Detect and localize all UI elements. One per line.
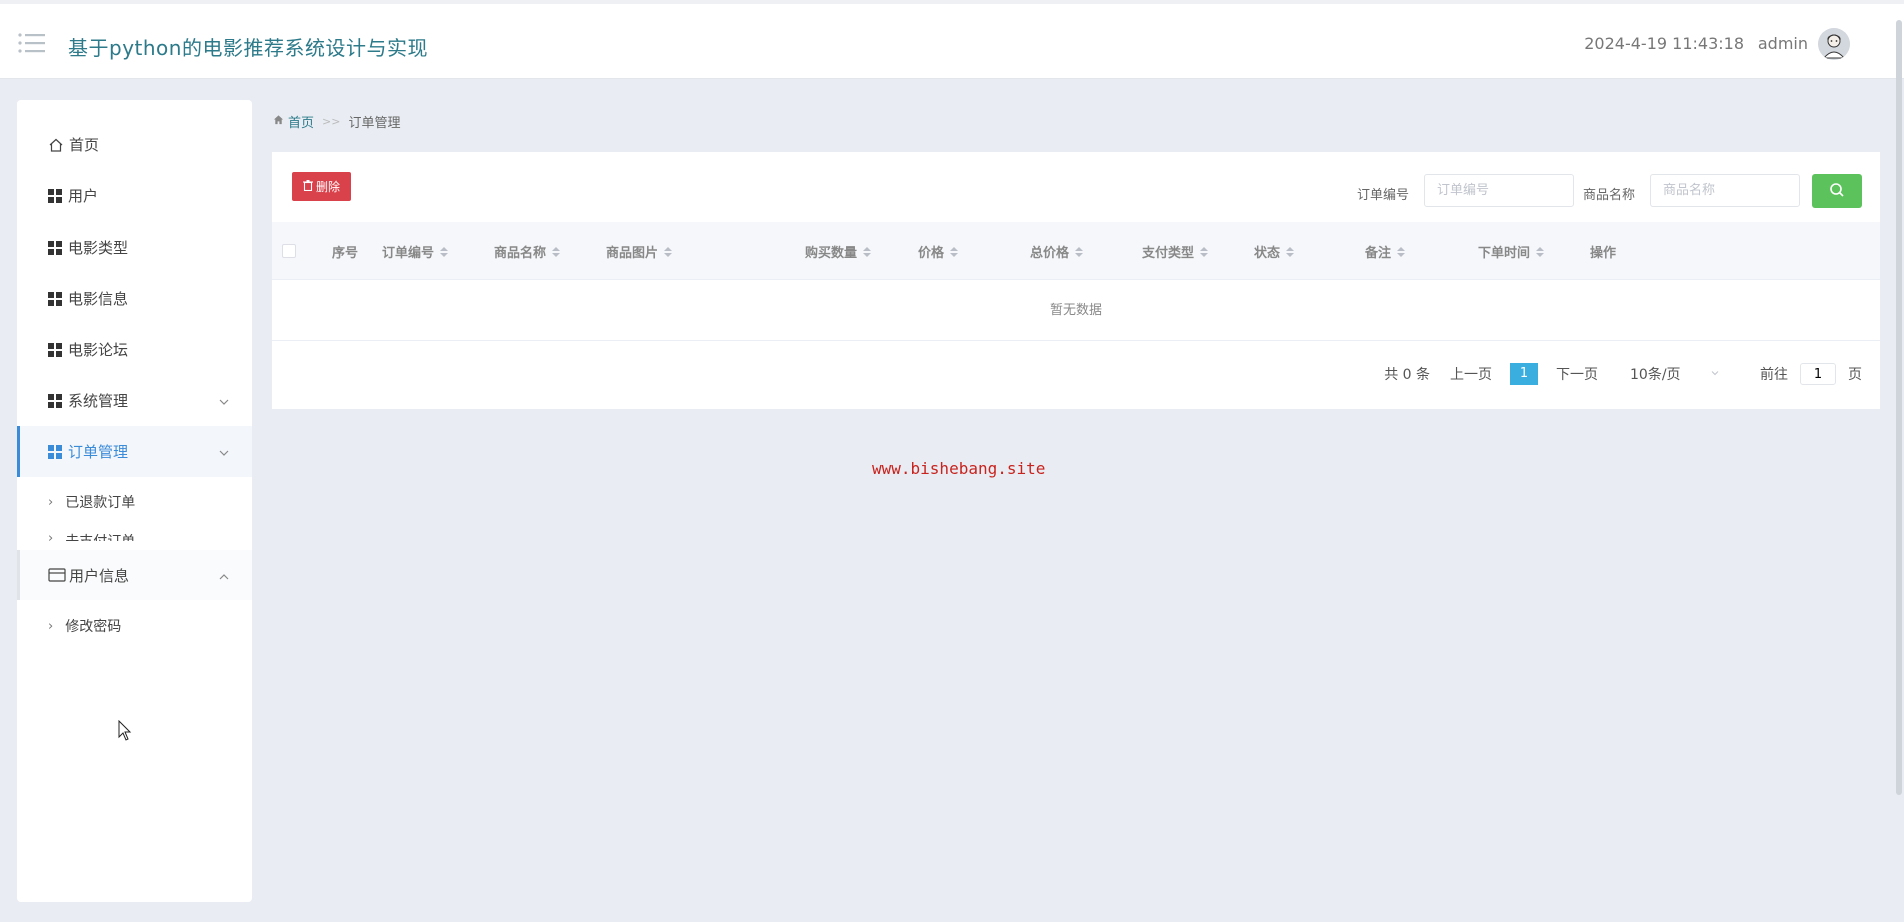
page-size-value: 10条/页: [1630, 367, 1681, 383]
column-header[interactable]: 备注: [1365, 242, 1406, 261]
sort-icon[interactable]: [1200, 246, 1209, 257]
delete-button-label: 删除: [315, 180, 340, 194]
sidebar-item-label: 订单管理: [68, 443, 129, 461]
sidebar-item-label: 用户信息: [69, 566, 130, 585]
goto-page-input[interactable]: [1800, 363, 1836, 385]
sidebar-item-movie-forum[interactable]: 电影论坛: [17, 324, 252, 375]
sidebar-item-label: 电影论坛: [68, 341, 129, 359]
sidebar-subitem-label: 未支付订单: [65, 531, 135, 541]
breadcrumb: 首页 >> 订单管理: [273, 112, 400, 131]
current-datetime: 2024-4-19 11:43:18: [1584, 34, 1744, 53]
menu-toggle-icon[interactable]: [18, 32, 48, 56]
sort-icon[interactable]: [440, 246, 449, 257]
column-header[interactable]: 状态: [1254, 242, 1295, 261]
page-scrollbar[interactable]: [1896, 20, 1902, 795]
sidebar-item-users[interactable]: 用户: [17, 170, 252, 221]
search-button[interactable]: [1812, 174, 1862, 208]
grid-icon: [48, 393, 62, 408]
sidebar-item-system[interactable]: 系统管理: [17, 375, 252, 426]
prev-page-button[interactable]: 上一页: [1450, 364, 1492, 384]
sidebar-item-movie-info[interactable]: 电影信息: [17, 273, 252, 324]
order-no-input[interactable]: [1424, 174, 1574, 207]
table-empty-text: 暂无数据: [272, 281, 1880, 341]
next-page-button[interactable]: 下一页: [1556, 364, 1598, 384]
sort-icon[interactable]: [1286, 246, 1295, 257]
column-header[interactable]: 商品名称: [494, 242, 561, 261]
sidebar-item-label: 系统管理: [68, 392, 129, 410]
sidebar-item-label: 电影类型: [68, 239, 129, 257]
sort-icon[interactable]: [552, 246, 561, 257]
grid-icon: [48, 240, 62, 255]
sidebar-subitem-change-password[interactable]: › 修改密码: [17, 606, 252, 646]
sidebar-subitem-label: 已退款订单: [65, 495, 136, 511]
column-header[interactable]: 订单编号: [382, 242, 449, 261]
mouse-cursor-icon: [118, 719, 132, 746]
top-header: 基于python的电影推荐系统设计与实现 2024-4-19 11:43:18 …: [0, 0, 1904, 79]
chevron-up-icon: [218, 569, 230, 587]
page-number-button[interactable]: 1: [1510, 363, 1538, 385]
pagination-total: 共 0 条: [1384, 367, 1430, 383]
sidebar-item-label: 用户: [68, 187, 99, 205]
column-header[interactable]: 商品图片: [606, 242, 673, 261]
select-all-checkbox[interactable]: [282, 244, 296, 258]
sort-icon[interactable]: [863, 246, 872, 257]
breadcrumb-separator: >>: [322, 115, 341, 128]
column-header[interactable]: 下单时间: [1478, 242, 1545, 261]
search-icon: [1829, 182, 1845, 201]
app-title: 基于python的电影推荐系统设计与实现: [68, 36, 428, 60]
chevron-down-icon: [1710, 366, 1720, 382]
breadcrumb-home-link[interactable]: 首页: [288, 112, 314, 131]
goods-name-input[interactable]: [1650, 174, 1800, 207]
grid-icon: [48, 291, 62, 306]
sidebar-item-label: 首页: [69, 136, 100, 154]
grid-icon: [48, 444, 62, 459]
sidebar-subitem-label: 修改密码: [65, 619, 122, 635]
sidebar: 首页 用户 电影类型 电影信息 电影论坛 系统管理 订单管理 › 已退款订单 ›…: [17, 100, 252, 902]
sort-icon[interactable]: [1075, 246, 1084, 257]
table-header: 序号 订单编号 商品名称 商品图片 购买数量 价格 总价格 支付类型 状态 备注…: [272, 222, 1880, 280]
sort-icon[interactable]: [950, 246, 959, 257]
pagination: 共 0 条 上一页 1 下一页 10条/页 前往 页: [1384, 362, 1862, 386]
column-header: 序号: [332, 246, 359, 261]
sort-icon[interactable]: [664, 246, 673, 257]
sidebar-item-user-info[interactable]: 用户信息: [17, 550, 252, 600]
orders-panel: 删除 订单编号 商品名称 序号 订单编号 商品名称 商品图片 购买数量 价格 总…: [272, 152, 1880, 409]
sort-icon[interactable]: [1397, 246, 1406, 257]
sidebar-subitem-unpaid-orders[interactable]: › 未支付订单: [17, 522, 252, 541]
sidebar-item-home[interactable]: 首页: [17, 119, 252, 170]
chevron-right-icon: ›: [48, 618, 54, 634]
sidebar-item-movie-types[interactable]: 电影类型: [17, 222, 252, 273]
trash-icon: [302, 179, 313, 194]
column-header[interactable]: 总价格: [1030, 242, 1084, 261]
username[interactable]: admin: [1758, 34, 1808, 53]
home-icon: [48, 137, 64, 153]
grid-icon: [48, 188, 62, 203]
card-icon: [48, 567, 66, 583]
goto-label: 前往: [1760, 367, 1788, 383]
chevron-down-icon: [218, 445, 230, 463]
watermark-text: www.bishebang.site: [872, 459, 1046, 478]
sidebar-subitem-refunded-orders[interactable]: › 已退款订单: [17, 482, 252, 522]
column-header[interactable]: 价格: [918, 242, 959, 261]
chevron-right-icon: ›: [48, 494, 54, 510]
sort-icon[interactable]: [1536, 246, 1545, 257]
sidebar-item-label: 电影信息: [68, 290, 129, 308]
goods-name-label: 商品名称: [1583, 188, 1636, 203]
chevron-down-icon: [218, 394, 230, 412]
delete-button[interactable]: 删除: [292, 172, 351, 201]
sidebar-item-orders[interactable]: 订单管理: [17, 426, 252, 477]
grid-icon: [48, 342, 62, 357]
column-header[interactable]: 购买数量: [805, 242, 872, 261]
avatar[interactable]: [1818, 28, 1850, 60]
page-size-select[interactable]: 10条/页: [1630, 364, 1720, 384]
column-header: 操作: [1590, 246, 1617, 261]
breadcrumb-current: 订单管理: [348, 116, 401, 131]
column-header[interactable]: 支付类型: [1142, 242, 1209, 261]
order-no-label: 订单编号: [1357, 188, 1410, 203]
home-icon: [273, 114, 284, 129]
page-suffix: 页: [1848, 367, 1862, 383]
chevron-right-icon: ›: [48, 531, 54, 541]
